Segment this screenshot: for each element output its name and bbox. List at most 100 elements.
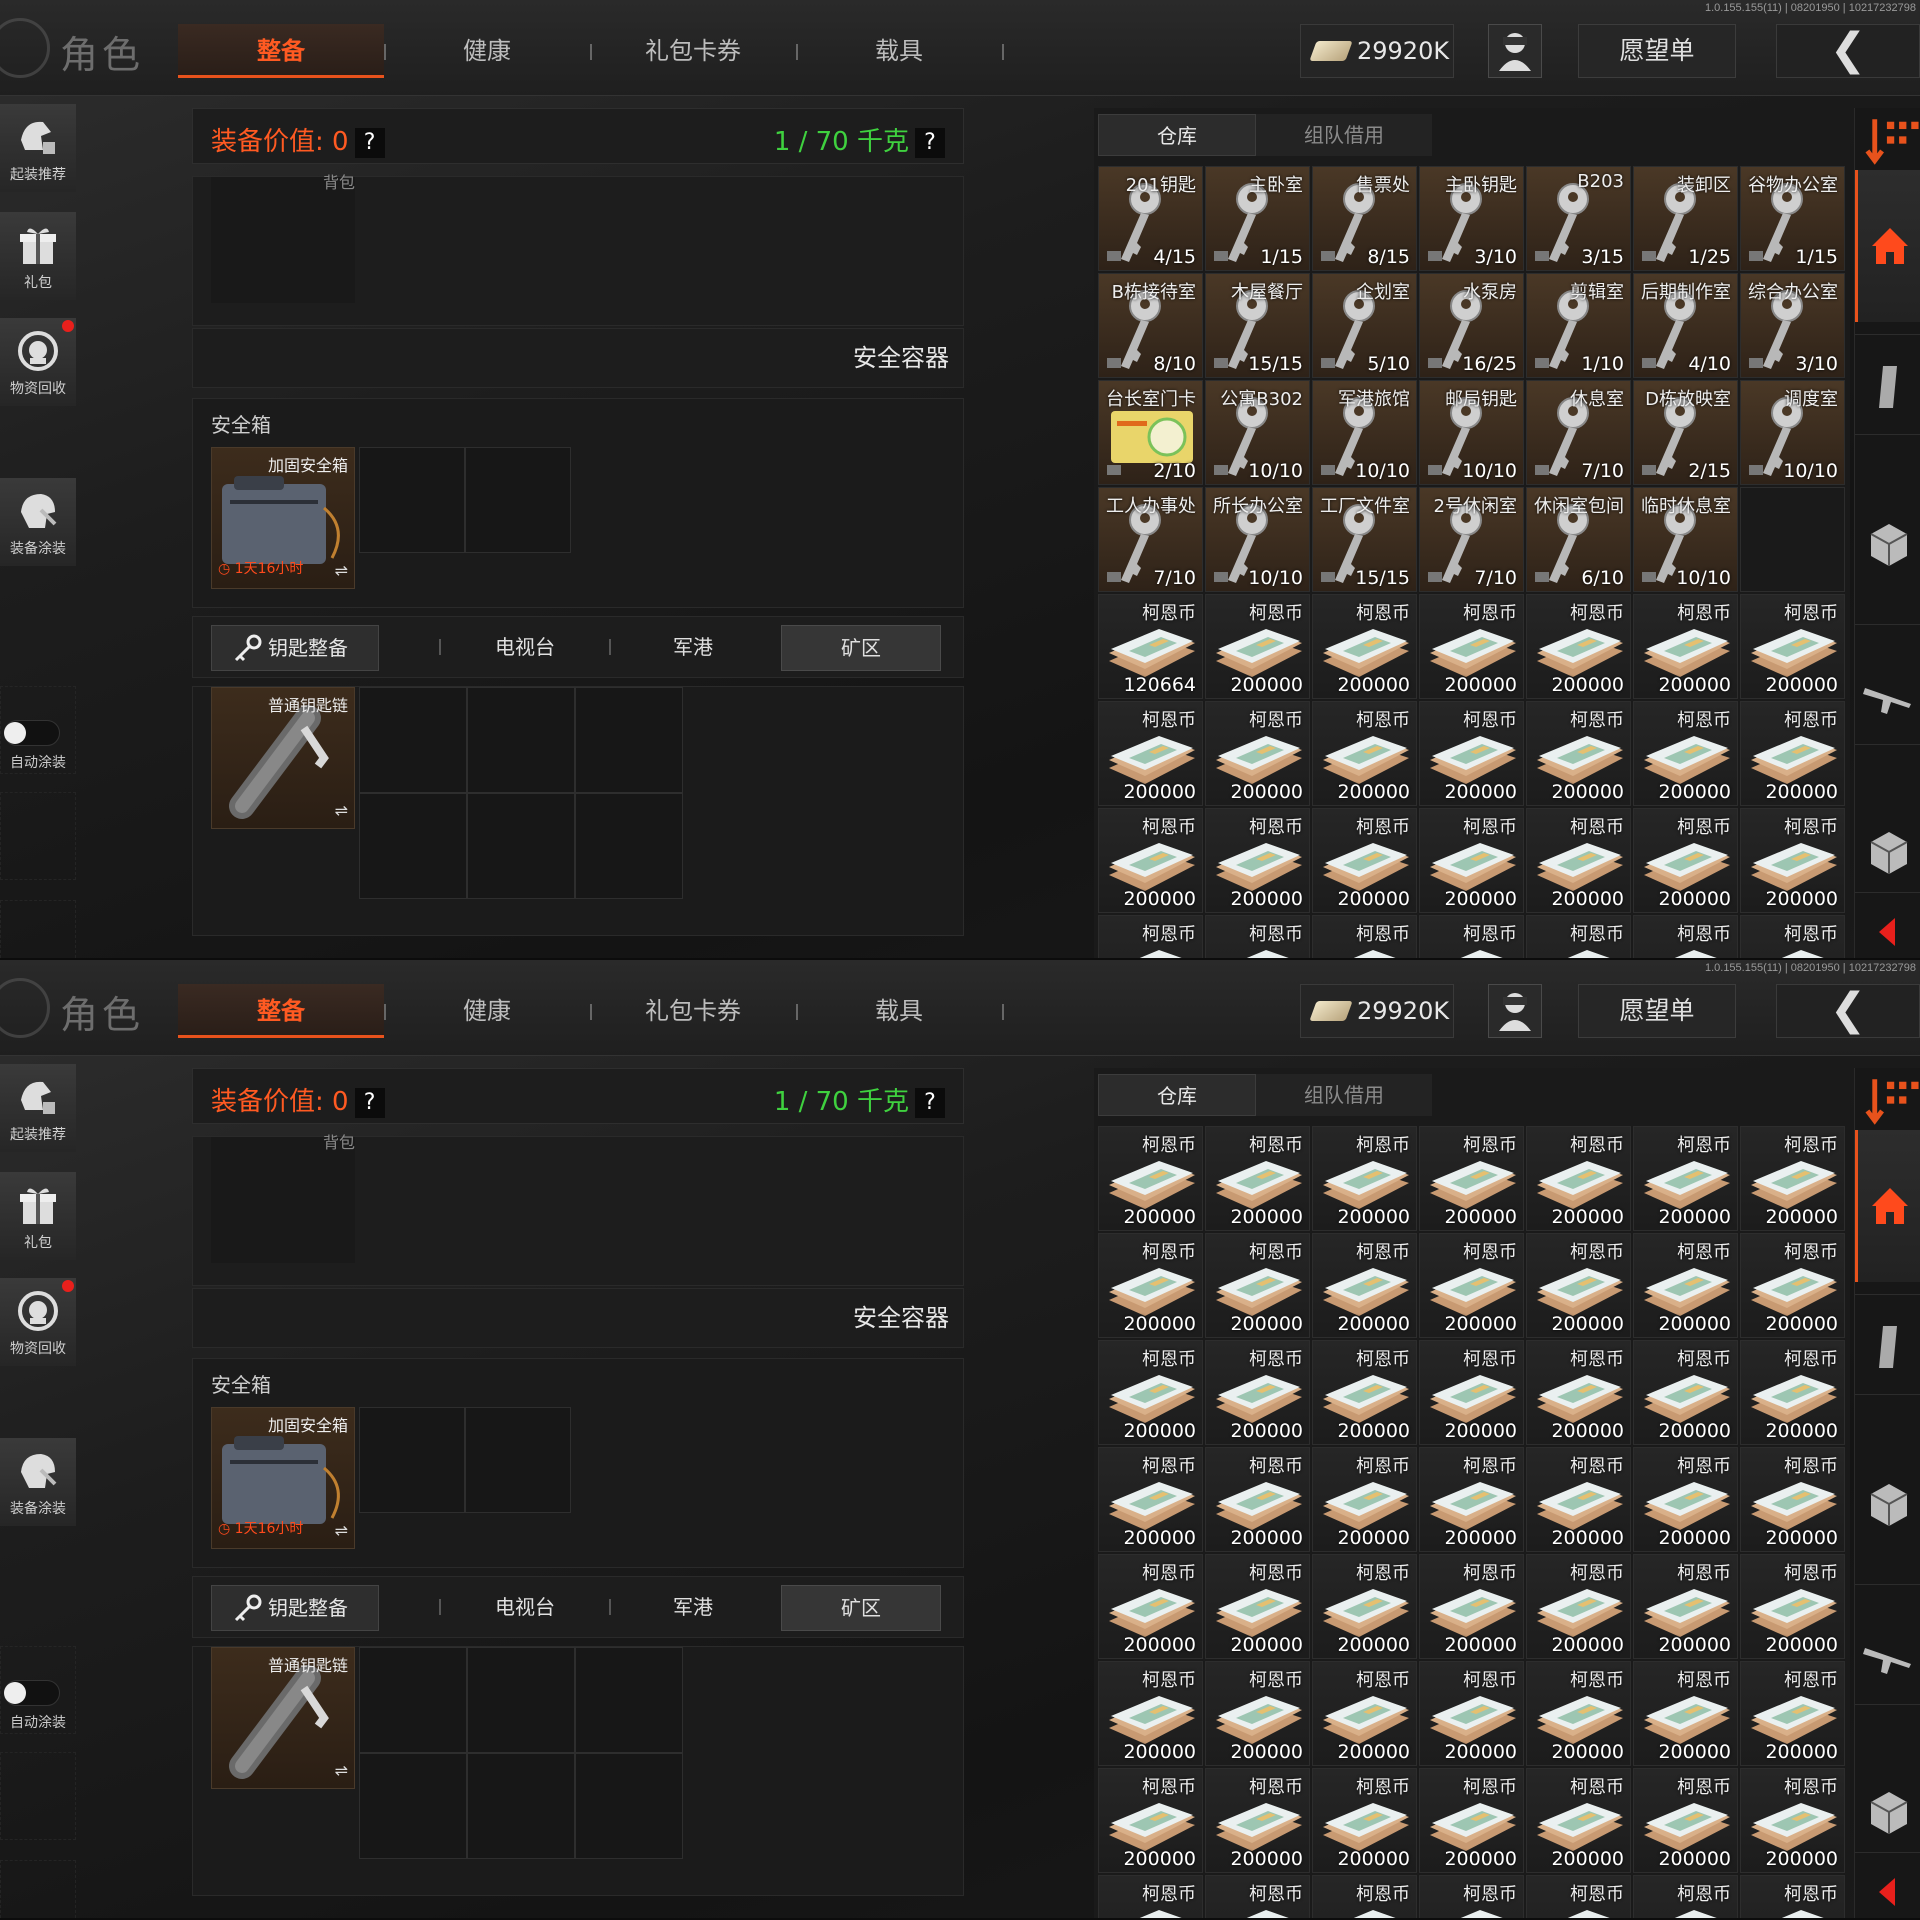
coin-cell[interactable]: 柯恩币 200000 <box>1633 1661 1738 1766</box>
coin-cell[interactable]: 柯恩币 <box>1419 1875 1524 1920</box>
tab-loadout[interactable]: 整备 <box>178 24 384 78</box>
rail-home[interactable] <box>1855 1130 1920 1282</box>
coin-cell[interactable]: 柯恩币 200000 <box>1740 1768 1845 1873</box>
safe-case-item[interactable]: 加固安全箱 ◷ 1天16小时 ⇌ <box>211 447 355 589</box>
inventory-cell[interactable] <box>467 1647 575 1753</box>
coin-cell[interactable]: 柯恩币 200000 <box>1740 1233 1845 1338</box>
coin-cell[interactable]: 柯恩币 <box>1205 1875 1310 1920</box>
tab-warehouse[interactable]: 仓库 <box>1098 114 1256 156</box>
rifle-icon[interactable] <box>1861 1628 1917 1684</box>
coin-cell[interactable]: 柯恩币 200000 <box>1740 1447 1845 1552</box>
wishlist-button[interactable]: 愿望单 <box>1578 24 1736 78</box>
tab-health[interactable]: 健康 <box>394 984 580 1038</box>
inventory-cell[interactable] <box>359 447 465 553</box>
key-cell[interactable]: 主卧钥匙 3/10 <box>1419 166 1524 271</box>
back-button[interactable]: ❮ <box>1776 24 1920 78</box>
backpack-slot[interactable]: 背包 <box>211 173 355 303</box>
inventory-cell[interactable] <box>359 793 467 899</box>
key-cell[interactable]: B栋接待室 8/10 <box>1098 273 1203 378</box>
coin-cell[interactable]: 柯恩币 200000 <box>1312 1233 1417 1338</box>
key-cell[interactable]: 201钥匙 4/15 <box>1098 166 1203 271</box>
inventory-cell[interactable] <box>467 687 575 793</box>
coin-cell[interactable]: 柯恩币 200000 <box>1419 1768 1524 1873</box>
tab-gift-vouchers[interactable]: 礼包卡券 <box>600 984 786 1038</box>
auto-paint-toggle[interactable] <box>0 1674 66 1714</box>
coin-cell[interactable]: 柯恩币 200000 <box>1312 1661 1417 1766</box>
coin-cell[interactable]: 柯恩币 <box>1419 915 1524 960</box>
key-cell[interactable]: 军港旅馆 10/10 <box>1312 380 1417 485</box>
sidebar-item-recycle[interactable]: 物资回收 <box>0 1278 76 1366</box>
tab-warehouse[interactable]: 仓库 <box>1098 1074 1256 1116</box>
auto-paint-toggle[interactable] <box>0 714 66 754</box>
coin-cell[interactable]: 柯恩币 200000 <box>1098 1340 1203 1445</box>
coin-cell[interactable]: 柯恩币 200000 <box>1205 808 1310 913</box>
inventory-cell[interactable] <box>359 687 467 793</box>
sidebar-item-recommend[interactable]: 起装推荐 <box>0 1064 76 1152</box>
coin-cell[interactable]: 柯恩币 200000 <box>1633 594 1738 699</box>
coin-cell[interactable]: 柯恩币 200000 <box>1098 1554 1203 1659</box>
coin-cell[interactable]: 柯恩币 200000 <box>1312 701 1417 806</box>
sidebar-item-gift[interactable]: 礼包 <box>0 212 76 300</box>
coin-cell[interactable]: 柯恩币 200000 <box>1526 1233 1631 1338</box>
rail-home[interactable] <box>1855 170 1920 322</box>
coin-cell[interactable]: 柯恩币 120664 <box>1098 594 1203 699</box>
coin-cell[interactable]: 柯恩币 200000 <box>1740 808 1845 913</box>
tab-loadout[interactable]: 整备 <box>178 984 384 1038</box>
crate-icon[interactable] <box>1861 1784 1917 1840</box>
coin-cell[interactable]: 柯恩币 200000 <box>1098 1768 1203 1873</box>
crate-icon[interactable] <box>1861 516 1917 572</box>
key-cell[interactable]: 公寓B302 10/10 <box>1205 380 1310 485</box>
coin-cell[interactable]: 柯恩币 200000 <box>1098 1447 1203 1552</box>
back-button[interactable]: ❮ <box>1776 984 1920 1038</box>
coin-cell[interactable]: 柯恩币 200000 <box>1633 1554 1738 1659</box>
coin-cell[interactable]: 柯恩币 200000 <box>1526 1661 1631 1766</box>
currency-display[interactable]: 29920K <box>1300 984 1454 1038</box>
coin-cell[interactable]: 柯恩币 <box>1312 915 1417 960</box>
tab-team-borrow[interactable]: 组队借用 <box>1256 1074 1432 1116</box>
key-cell[interactable]: 工人办事处 7/10 <box>1098 487 1203 592</box>
key-tab-tv-station[interactable]: 电视台 <box>445 1585 605 1631</box>
swap-icon[interactable]: ⇌ <box>335 1761 348 1780</box>
key-cell[interactable]: 售票处 8/15 <box>1312 166 1417 271</box>
inventory-cell[interactable] <box>465 1407 571 1513</box>
coin-cell[interactable]: 柯恩币 200000 <box>1312 808 1417 913</box>
safe-case-item[interactable]: 加固安全箱 ◷ 1天16小时 ⇌ <box>211 1407 355 1549</box>
coin-cell[interactable]: 柯恩币 200000 <box>1098 1126 1203 1231</box>
coin-cell[interactable]: 柯恩币 <box>1526 1875 1631 1920</box>
currency-display[interactable]: 29920K <box>1300 24 1454 78</box>
coin-cell[interactable]: 柯恩币 200000 <box>1419 701 1524 806</box>
keychain-item[interactable]: 普通钥匙链 ⇌ <box>211 1647 355 1789</box>
coin-cell[interactable]: 柯恩币 200000 <box>1312 1447 1417 1552</box>
inventory-cell[interactable] <box>467 1753 575 1859</box>
coin-cell[interactable]: 柯恩币 200000 <box>1205 1126 1310 1231</box>
coin-cell[interactable]: 柯恩币 <box>1312 1875 1417 1920</box>
profile-button[interactable] <box>1488 24 1542 78</box>
inventory-cell[interactable] <box>467 793 575 899</box>
ammo-icon[interactable] <box>1861 1318 1917 1374</box>
coin-cell[interactable]: 柯恩币 200000 <box>1205 701 1310 806</box>
coin-cell[interactable]: 柯恩币 200000 <box>1205 1661 1310 1766</box>
coin-cell[interactable]: 柯恩币 200000 <box>1419 1340 1524 1445</box>
key-cell[interactable]: 后期制作室 4/10 <box>1633 273 1738 378</box>
coin-cell[interactable]: 柯恩币 200000 <box>1526 1768 1631 1873</box>
coin-cell[interactable]: 柯恩币 200000 <box>1098 1661 1203 1766</box>
coin-cell[interactable]: 柯恩币 200000 <box>1526 701 1631 806</box>
tab-gift-vouchers[interactable]: 礼包卡券 <box>600 24 786 78</box>
tab-team-borrow[interactable]: 组队借用 <box>1256 114 1432 156</box>
key-loadout-button[interactable]: 钥匙整备 <box>211 625 379 671</box>
coin-cell[interactable]: 柯恩币 200000 <box>1740 701 1845 806</box>
key-loadout-button[interactable]: 钥匙整备 <box>211 1585 379 1631</box>
sidebar-item-gift[interactable]: 礼包 <box>0 1172 76 1260</box>
key-cell[interactable]: 综合办公室 3/10 <box>1740 273 1845 378</box>
collapse-chevron-icon[interactable] <box>1861 1864 1917 1920</box>
coin-cell[interactable]: 柯恩币 <box>1740 915 1845 960</box>
key-tab-mine[interactable]: 矿区 <box>781 1585 941 1631</box>
coin-cell[interactable]: 柯恩币 200000 <box>1633 1768 1738 1873</box>
coin-cell[interactable]: 柯恩币 200000 <box>1205 594 1310 699</box>
coin-cell[interactable]: 柯恩币 200000 <box>1526 1126 1631 1231</box>
coin-cell[interactable]: 柯恩币 <box>1205 915 1310 960</box>
coin-cell[interactable]: 柯恩币 <box>1098 915 1203 960</box>
tab-vehicles[interactable]: 载具 <box>806 984 992 1038</box>
coin-cell[interactable]: 柯恩币 200000 <box>1740 1340 1845 1445</box>
inventory-cell[interactable] <box>359 1753 467 1859</box>
